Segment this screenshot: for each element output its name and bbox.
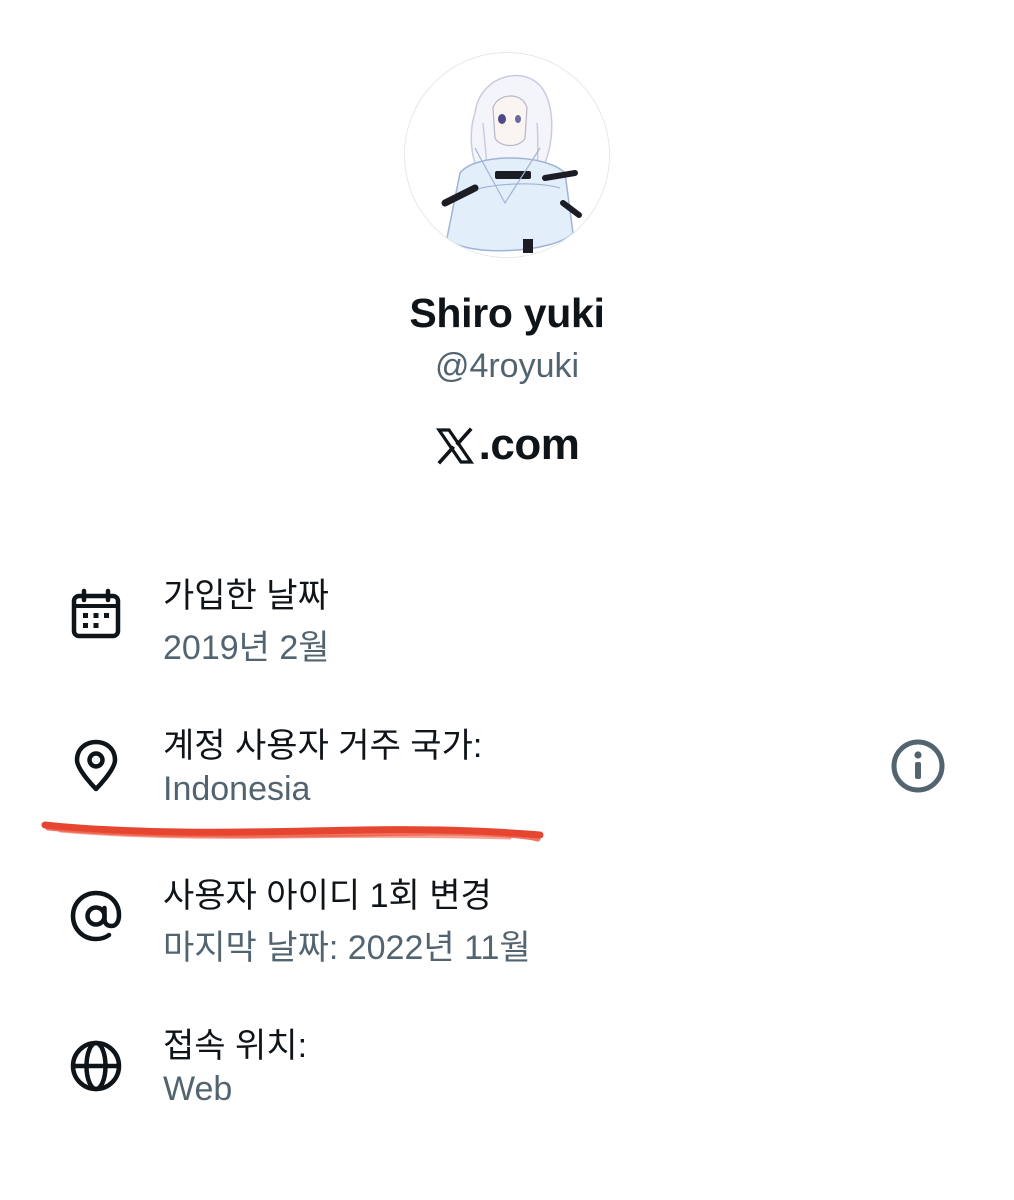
red-underline-annotation — [41, 821, 544, 842]
display-name: Shiro yuki — [409, 290, 605, 336]
country-value: Indonesia — [163, 770, 311, 808]
profile-header: Shiro yuki @4royuki .com — [0, 0, 1014, 500]
connected-via-value: Web — [163, 1070, 233, 1108]
globe-icon — [70, 1040, 122, 1092]
brand-domain-text: .com — [478, 420, 580, 469]
about-row-connected-via: 접속 위치: Web — [0, 1010, 1014, 1130]
avatar-illustration — [405, 53, 609, 257]
x-logo-icon — [435, 427, 474, 465]
connected-via-title: 접속 위치: — [163, 1027, 308, 1065]
at-sign-icon — [70, 890, 122, 942]
calendar-icon — [71, 588, 121, 639]
username-change-value: 마지막 날짜: 2022년 11월 — [163, 929, 531, 967]
about-row-joined: 가입한 날짜 2019년 2월 — [0, 560, 1014, 680]
username-change-title: 사용자 아이디 1회 변경 — [163, 877, 492, 915]
info-circle-icon[interactable] — [888, 736, 948, 796]
about-row-country: 계정 사용자 거주 국가: Indonesia — [0, 710, 1014, 830]
about-row-username-change: 사용자 아이디 1회 변경 마지막 날짜: 2022년 11월 — [0, 860, 1014, 980]
avatar[interactable] — [404, 52, 610, 258]
joined-title: 가입한 날짜 — [163, 577, 329, 615]
brand-label: .com — [0, 420, 1014, 470]
joined-value: 2019년 2월 — [163, 629, 330, 667]
country-title: 계정 사용자 거주 국가: — [163, 727, 483, 765]
location-pin-icon — [74, 739, 118, 792]
user-handle: @4royuki — [434, 347, 580, 385]
